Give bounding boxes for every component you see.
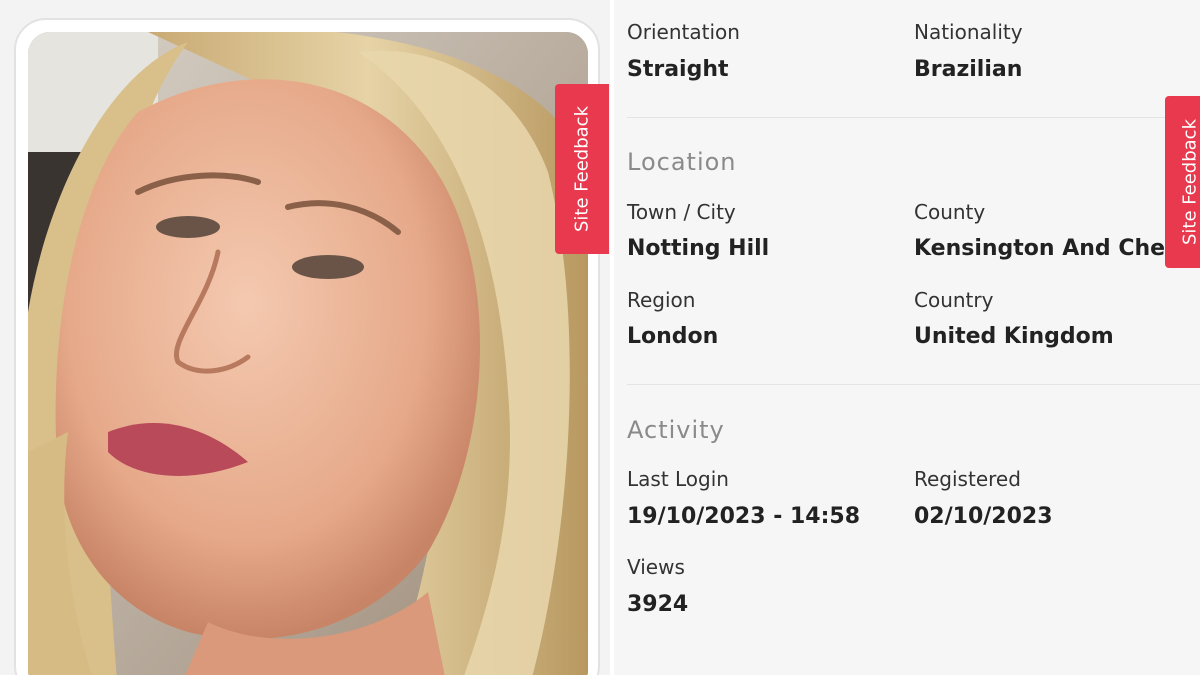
country-value: United Kingdom [914, 324, 1114, 349]
site-feedback-label: Site Feedback [571, 106, 593, 232]
site-feedback-tab-right[interactable]: Site Feedback [1165, 96, 1200, 268]
activity-section-title: Activity [627, 416, 725, 444]
views-label: Views [627, 555, 685, 579]
registered-label: Registered [914, 467, 1021, 491]
section-divider [627, 384, 1200, 385]
region-label: Region [627, 288, 696, 312]
profile-photo[interactable] [28, 32, 588, 675]
site-feedback-label: Site Feedback [1179, 119, 1200, 245]
location-section-title: Location [627, 148, 737, 176]
country-label: Country [914, 288, 994, 312]
town-value: Notting Hill [627, 236, 770, 261]
photo-panel [0, 0, 612, 675]
screenshot-composite: Site Feedback Orientation Straight Natio… [0, 0, 1200, 675]
last-login-label: Last Login [627, 467, 729, 491]
last-login-value: 19/10/2023 - 14:58 [627, 504, 861, 529]
views-value: 3924 [627, 592, 689, 617]
county-value: Kensington And Chelsea [914, 236, 1200, 261]
profile-details-panel: Orientation Straight Nationality Brazili… [614, 0, 1200, 675]
county-label: County [914, 200, 986, 224]
profile-photo-illustration [28, 32, 588, 675]
registered-value: 02/10/2023 [914, 504, 1053, 529]
orientation-label: Orientation [627, 20, 740, 44]
site-feedback-tab-left[interactable]: Site Feedback [555, 84, 609, 254]
town-label: Town / City [627, 200, 736, 224]
orientation-value: Straight [627, 57, 729, 82]
nationality-value: Brazilian [914, 57, 1023, 82]
region-value: London [627, 324, 719, 349]
section-divider [627, 117, 1200, 118]
nationality-label: Nationality [914, 20, 1023, 44]
